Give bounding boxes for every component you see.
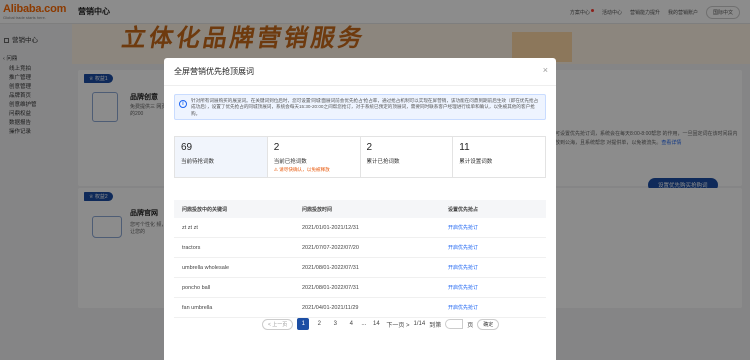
confirm-jump-button[interactable]: 确定 <box>477 318 500 330</box>
table-header: 问鼎投放中的关键词 问鼎投放时间 设置优先抢占 <box>174 200 546 218</box>
stats-panel: 69 当前待抢词数 2 当前已抢词数 ⚠ 请尽快确认，以免被释放 2 累计已抢词… <box>174 136 546 178</box>
table-row: umbrella wholesale 2021/08/01-2022/07/31… <box>174 258 546 278</box>
time-cell: 2021/07/07-2022/07/20 <box>302 244 359 251</box>
page-2[interactable]: 2 <box>313 318 325 330</box>
info-icon: i <box>179 100 187 108</box>
stat-total-set[interactable]: 11 累计设置词数 <box>453 137 545 177</box>
enable-priority-link[interactable]: 开启优先抢订 <box>448 304 546 311</box>
stat-total-grabbed[interactable]: 2 累计已抢词数 <box>361 137 454 177</box>
keywords-table: 问鼎投放中的关键词 问鼎投放时间 设置优先抢占 zt zt zt 2021/01… <box>174 200 546 318</box>
page-1[interactable]: 1 <box>297 318 310 330</box>
prev-page-button[interactable]: < 上一页 <box>262 318 294 330</box>
keyword-cell: tractors <box>182 244 201 251</box>
table-row: tractors 2021/07/07-2022/07/20 开启优先抢订 <box>174 238 546 258</box>
table-row: fan umbrella 2021/04/01-2021/11/29 开启优先抢… <box>174 298 546 318</box>
time-cell: 2021/01/01-2021/12/31 <box>302 224 359 231</box>
info-notice: i 针对所有词展购买的展览词。在关键词到位后时，您可设置'同城'面展词前会优先抢… <box>174 94 546 120</box>
keyword-cell: fan umbrella <box>182 304 213 311</box>
enable-priority-link[interactable]: 开启优先抢订 <box>448 264 546 271</box>
modal-title: 全屏营销优先抢顶展词 <box>164 58 556 86</box>
table-row: poncho ball 2021/08/01-2022/07/31 开启优先抢订 <box>174 278 546 298</box>
page-jump-input[interactable] <box>445 319 464 329</box>
stat-pending[interactable]: 69 当前待抢词数 <box>175 137 268 177</box>
page-total: 1/14 <box>413 321 426 327</box>
warning-icon: ⚠ <box>273 167 278 172</box>
enable-priority-link[interactable]: 开启优先抢订 <box>448 284 546 291</box>
stat-grabbed[interactable]: 2 当前已抢词数 ⚠ 请尽快确认，以免被释放 <box>268 137 361 177</box>
page-3[interactable]: 3 <box>329 318 341 330</box>
time-cell: 2021/04/01-2021/11/29 <box>302 304 359 311</box>
enable-priority-link[interactable]: 开启优先抢订 <box>448 224 546 231</box>
col-action-header: 设置优先抢占 <box>448 206 479 213</box>
goto-label: 到第 <box>429 322 442 329</box>
keyword-cell: umbrella wholesale <box>182 264 230 271</box>
close-icon[interactable]: × <box>543 66 548 75</box>
enable-priority-link[interactable]: 开启优先抢订 <box>448 244 546 251</box>
time-cell: 2021/08/01-2022/07/31 <box>302 264 359 271</box>
col-time-header: 问鼎投放时间 <box>302 206 333 213</box>
time-cell: 2021/08/01-2022/07/31 <box>302 284 359 291</box>
priority-keywords-modal: 全屏营销优先抢顶展词 × i 针对所有词展购买的展览词。在关键词到位后时，您可设… <box>164 58 556 360</box>
keyword-cell: poncho ball <box>182 284 211 291</box>
warning-text: ⚠ 请尽快确认，以免被释放 <box>273 167 330 172</box>
page-unit: 页 <box>467 322 474 329</box>
keyword-cell: zt zt zt <box>182 224 198 231</box>
page-14[interactable]: 14 <box>370 318 382 330</box>
col-keyword-header: 问鼎投放中的关键词 <box>182 206 228 213</box>
table-row: zt zt zt 2021/01/01-2021/12/31 开启优先抢订 <box>174 218 546 238</box>
page-4[interactable]: 4 <box>345 318 357 330</box>
next-page-button[interactable]: 下一页 > <box>386 320 409 329</box>
page-ellipsis: ... <box>361 321 367 327</box>
pagination: < 上一页 1 2 3 4 ... 14 下一页 > 1/14 到第 页 确定 <box>262 318 500 330</box>
